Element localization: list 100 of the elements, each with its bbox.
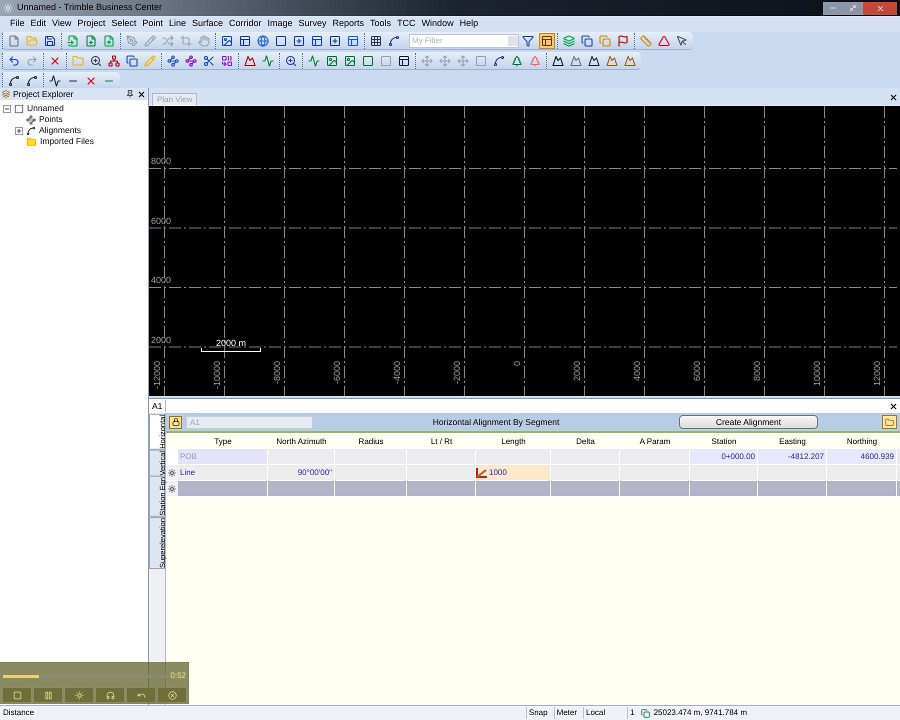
table-cell: 0+000.00 xyxy=(690,449,758,464)
menu-item[interactable]: Reports xyxy=(332,17,364,31)
menu-item[interactable]: Edit xyxy=(30,17,46,31)
filter-input[interactable]: My Filter xyxy=(410,34,504,46)
line-tool-button[interactable] xyxy=(47,72,63,88)
copy-icon xyxy=(581,34,593,46)
copy-tool-button[interactable] xyxy=(579,32,595,48)
axis-label: 10000 xyxy=(812,361,822,388)
tree-item[interactable]: Unnamed xyxy=(27,102,64,115)
network-tool-button[interactable] xyxy=(106,52,122,68)
status-toggle[interactable]: Meter xyxy=(554,707,580,719)
menu-item[interactable]: Help xyxy=(460,17,478,31)
table-row[interactable]: POB 0+000.00 -4812.207 4600.939 xyxy=(166,449,900,465)
filter-icon[interactable] xyxy=(522,34,534,46)
undo-icon xyxy=(8,54,20,66)
headphones-icon xyxy=(106,690,114,700)
column-header[interactable]: Length xyxy=(476,436,551,448)
file-icon xyxy=(67,34,79,46)
layout-tool-button[interactable] xyxy=(539,32,555,48)
menu-item[interactable]: Survey xyxy=(298,17,327,31)
restore-button[interactable] xyxy=(843,2,863,14)
table-cell[interactable]: 1000 xyxy=(476,465,551,480)
file-icon xyxy=(103,34,115,46)
ruler-tool-button[interactable] xyxy=(638,32,654,48)
globe-tool-button[interactable] xyxy=(255,32,271,48)
points-tool-button[interactable] xyxy=(165,52,181,68)
column-header[interactable]: Radius xyxy=(335,436,407,448)
brightness-button[interactable] xyxy=(65,688,93,702)
curve-icon xyxy=(8,74,20,86)
create-alignment-button[interactable]: Create Alignment xyxy=(679,415,818,429)
square-icon xyxy=(329,34,341,46)
copy-tool-button[interactable] xyxy=(124,52,140,68)
lock-button[interactable] xyxy=(169,416,182,428)
menu-item[interactable]: Select xyxy=(111,17,136,31)
menu-item[interactable]: File xyxy=(10,17,25,31)
menu-item[interactable]: Tools xyxy=(370,17,392,31)
menu-item[interactable]: Project xyxy=(77,17,106,31)
stop-button[interactable] xyxy=(3,688,31,702)
layers-icon xyxy=(563,34,575,46)
pencil-icon xyxy=(144,54,156,66)
headphones-button[interactable] xyxy=(96,688,124,702)
table-cell: Line xyxy=(178,465,268,480)
filter-dropdown[interactable]: My Filter xyxy=(409,34,519,48)
zoom-icon xyxy=(90,54,102,66)
column-header[interactable]: Easting xyxy=(758,436,827,448)
undo-button[interactable] xyxy=(127,688,155,702)
pen-icon xyxy=(126,34,138,46)
square-icon xyxy=(275,34,287,46)
mountain-icon xyxy=(606,54,618,66)
pin-icon[interactable] xyxy=(126,90,134,98)
close-icon[interactable] xyxy=(137,90,146,98)
brightness-icon xyxy=(74,690,84,700)
close-icon[interactable] xyxy=(889,93,898,102)
tree-item[interactable]: Imported Files xyxy=(40,135,94,148)
zoom-icon xyxy=(285,54,297,66)
column-header[interactable]: Lt / Rt xyxy=(407,436,476,448)
restore-icon xyxy=(849,4,857,12)
menu-item[interactable]: Image xyxy=(268,17,293,31)
table-cell: 90°00'00" xyxy=(268,465,335,480)
points-tool-button[interactable] xyxy=(183,52,199,68)
menu-item[interactable]: TCC xyxy=(397,17,416,31)
tree-item[interactable]: Alignments xyxy=(39,124,82,137)
move-icon xyxy=(439,54,451,66)
menu-item[interactable]: Line xyxy=(168,17,186,31)
column-header[interactable]: A Param xyxy=(620,436,690,448)
crop-icon xyxy=(180,34,192,46)
column-header[interactable]: Type xyxy=(178,436,268,448)
axis-label: 2000 xyxy=(572,361,582,384)
table-row[interactable]: Line 90°00'00" 1000 xyxy=(166,465,900,481)
copy-icon xyxy=(126,54,138,66)
menu-item[interactable]: Corridor xyxy=(228,17,262,31)
status-toggle[interactable]: Local xyxy=(583,707,608,719)
editor-title: Horizontal Alignment By Segment xyxy=(432,416,560,428)
folder-button[interactable] xyxy=(882,415,897,429)
column-header[interactable]: Northing xyxy=(827,436,897,448)
points-icon xyxy=(26,114,36,124)
column-header[interactable]: North Azimuth xyxy=(268,436,335,448)
axis-label: 12000 xyxy=(872,361,882,388)
curve-icon xyxy=(388,34,400,46)
column-header[interactable]: Delta xyxy=(551,436,620,448)
close-icon[interactable] xyxy=(889,402,898,410)
ruler-icon xyxy=(640,34,652,46)
pause-button[interactable] xyxy=(34,688,62,702)
square-icon xyxy=(362,54,374,66)
editor-tab[interactable]: A1 xyxy=(149,400,166,412)
status-coordinates: 25023.474 m, 9741.784 m xyxy=(654,707,747,719)
menu-item[interactable]: View xyxy=(52,17,72,31)
minimize-button[interactable] xyxy=(823,2,843,14)
status-toggle[interactable]: Snap xyxy=(526,707,550,719)
menu-item[interactable]: Window xyxy=(422,17,454,31)
panel-title: Project Explorer xyxy=(13,88,74,100)
menu-item[interactable]: Surface xyxy=(192,17,223,31)
axis-label: -10000 xyxy=(212,361,222,392)
collapse-icon[interactable] xyxy=(3,104,11,112)
move-icon xyxy=(457,54,469,66)
close-button[interactable] xyxy=(863,2,897,14)
tree-item[interactable]: Points xyxy=(39,113,63,126)
expand-icon[interactable] xyxy=(15,126,23,134)
column-header[interactable]: Station xyxy=(690,436,758,448)
menu-item[interactable]: Point xyxy=(142,17,163,31)
